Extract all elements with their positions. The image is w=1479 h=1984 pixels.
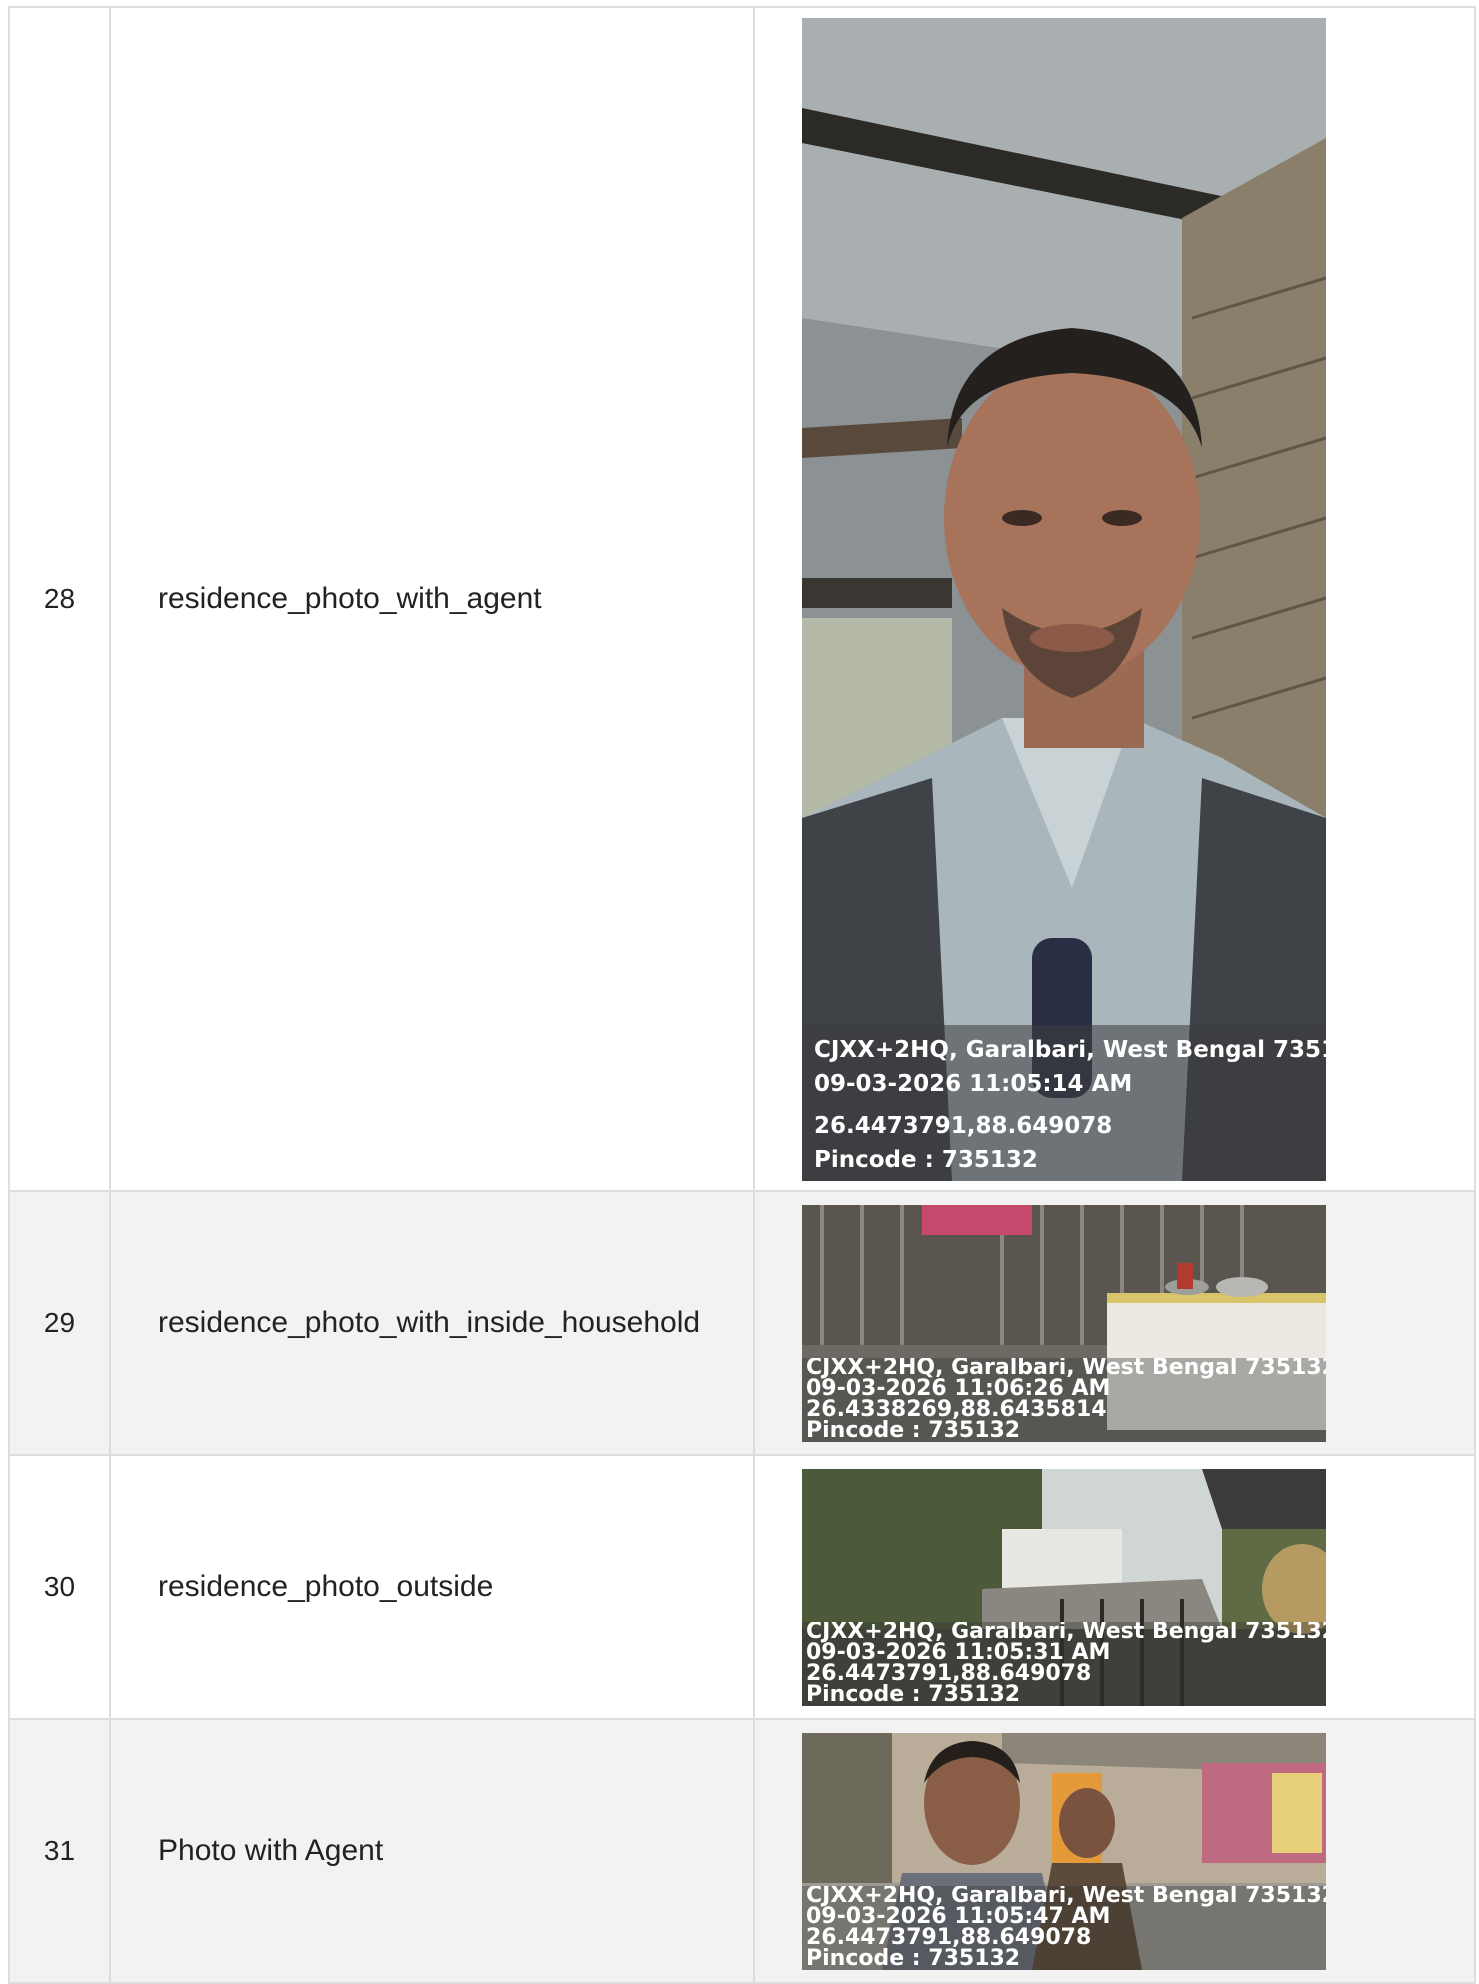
geotag-pincode: Pincode : 735132 bbox=[814, 1146, 1038, 1173]
geotag-coordinates: 26.4473791,88.649078 bbox=[814, 1112, 1113, 1139]
photo-cell: CJXX+2HQ, Garalbari, West Bengal 735132,… bbox=[753, 6, 1476, 1192]
residence-photo-inside-household[interactable]: CJXX+2HQ, Garalbari, West Bengal 735132,… bbox=[802, 1204, 1326, 1442]
residence-photo-outside[interactable]: CJXX+2HQ, Garalbari, West Bengal 735132,… bbox=[802, 1468, 1326, 1706]
geotag-overlay: CJXX+2HQ, Garalbari, West Bengal 735132,… bbox=[802, 1885, 1326, 1970]
residence-photo-with-agent[interactable]: CJXX+2HQ, Garalbari, West Bengal 735132,… bbox=[802, 17, 1326, 1181]
geotag-address: CJXX+2HQ, Garalbari, West Bengal 735132,… bbox=[814, 1036, 1326, 1063]
row-number: 31 bbox=[8, 1718, 111, 1984]
row-number: 30 bbox=[8, 1454, 111, 1720]
document-label: residence_photo_with_agent bbox=[109, 6, 755, 1192]
row-number: 28 bbox=[8, 6, 111, 1192]
geotag-pincode: Pincode : 735132 bbox=[806, 1417, 1021, 1442]
geotag-pincode: Pincode : 735132 bbox=[806, 1945, 1021, 1970]
geotag-overlay: CJXX+2HQ, Garalbari, West Bengal 735132,… bbox=[802, 1357, 1326, 1442]
table-row: 31 Photo with Agent CJXX+2HQ, Garalbari,… bbox=[8, 1718, 1476, 1984]
photo-cell: CJXX+2HQ, Garalbari, West Bengal 735132,… bbox=[753, 1454, 1476, 1720]
row-number: 29 bbox=[8, 1190, 111, 1456]
geotag-overlay: CJXX+2HQ, Garalbari, West Bengal 735132,… bbox=[802, 1621, 1326, 1706]
table-row: 30 residence_photo_outside CJXX+2HQ, Gar… bbox=[8, 1454, 1476, 1720]
geotag-datetime: 09-03-2026 11:05:14 AM bbox=[814, 1070, 1133, 1097]
document-label: residence_photo_with_inside_household bbox=[109, 1190, 755, 1456]
document-label: residence_photo_outside bbox=[109, 1454, 755, 1720]
document-photo-table: 28 residence_photo_with_agent CJXX+2HQ, … bbox=[8, 6, 1476, 1984]
table-row: 28 residence_photo_with_agent CJXX+2HQ, … bbox=[8, 6, 1476, 1192]
photo-cell: CJXX+2HQ, Garalbari, West Bengal 735132,… bbox=[753, 1190, 1476, 1456]
photo-cell: CJXX+2HQ, Garalbari, West Bengal 735132,… bbox=[753, 1718, 1476, 1984]
geotag-overlay: CJXX+2HQ, Garalbari, West Bengal 735132,… bbox=[802, 1024, 1326, 1181]
document-label: Photo with Agent bbox=[109, 1718, 755, 1984]
geotag-pincode: Pincode : 735132 bbox=[806, 1681, 1021, 1706]
selfie-image bbox=[802, 17, 1326, 1181]
table-row: 29 residence_photo_with_inside_household bbox=[8, 1190, 1476, 1456]
photo-with-agent[interactable]: CJXX+2HQ, Garalbari, West Bengal 735132,… bbox=[802, 1732, 1326, 1970]
